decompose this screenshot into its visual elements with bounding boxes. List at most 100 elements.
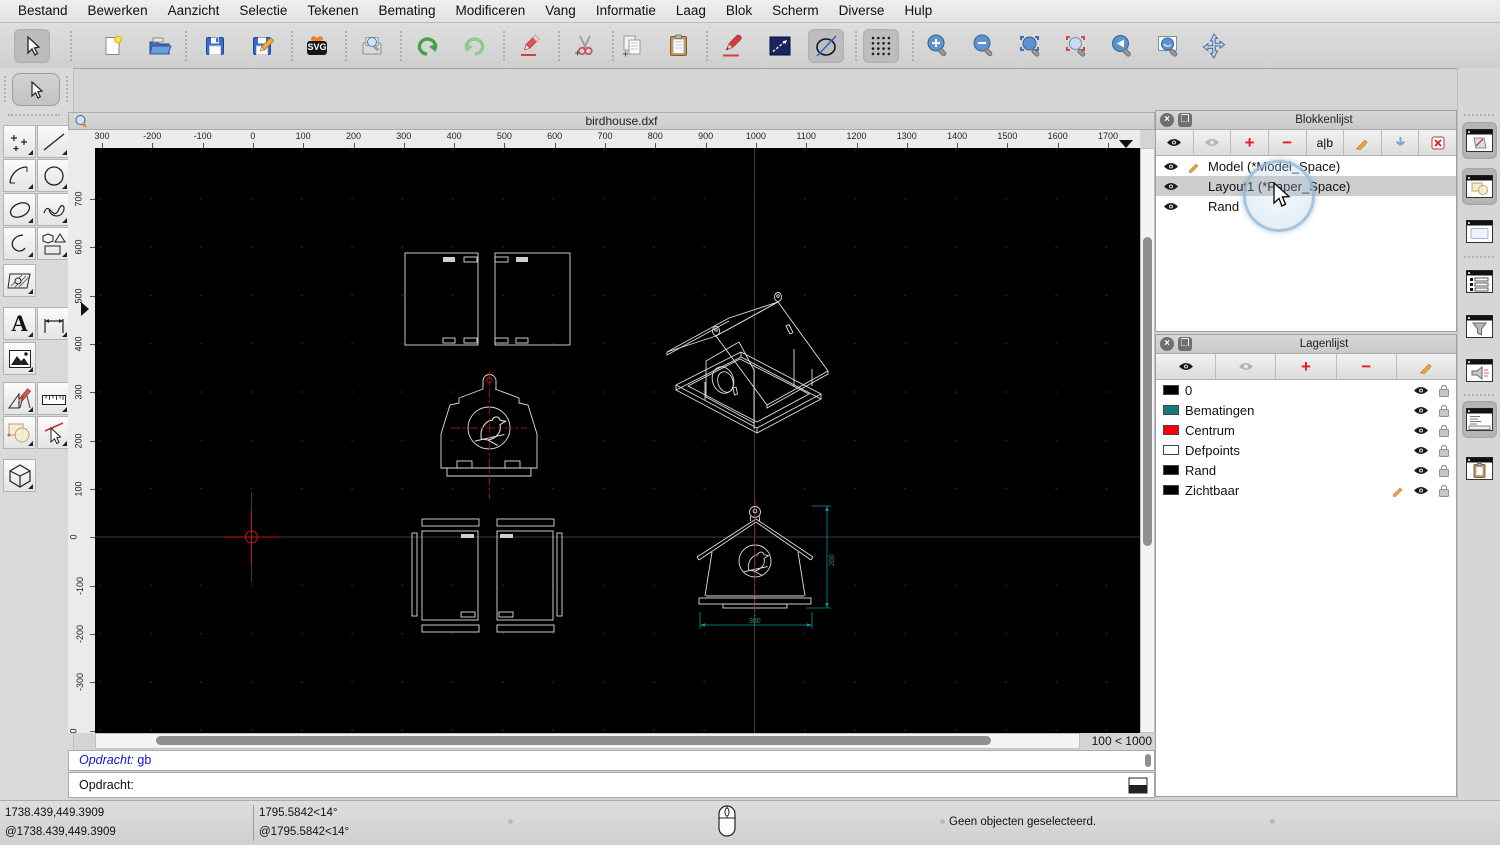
dimension-tool-button[interactable] xyxy=(37,307,70,340)
h-scroll-thumb[interactable] xyxy=(156,736,991,745)
arc-tool-button[interactable] xyxy=(3,159,36,192)
command-panel-button[interactable] xyxy=(1462,401,1497,438)
close-icon[interactable]: × xyxy=(1160,337,1174,351)
draft-tool-button[interactable] xyxy=(3,382,36,415)
history-scroll-thumb[interactable] xyxy=(1145,754,1151,767)
remove-layer-button[interactable]: − xyxy=(1337,354,1397,379)
document-title-bar[interactable]: birdhouse.dxf xyxy=(68,112,1155,130)
zoom-in-button[interactable] xyxy=(920,29,956,63)
menu-blok[interactable]: Blok xyxy=(716,0,762,22)
circle-slash-button[interactable] xyxy=(808,29,844,63)
menu-scherm[interactable]: Scherm xyxy=(762,0,829,22)
add-block-button[interactable]: + xyxy=(1231,130,1269,155)
eraser-button[interactable] xyxy=(512,29,548,63)
open-file-button[interactable] xyxy=(142,29,178,63)
delete-block-button[interactable] xyxy=(1419,130,1456,155)
print-preview-button[interactable] xyxy=(354,29,390,63)
svg-export-button[interactable]: SVG xyxy=(299,29,335,63)
redo-button[interactable] xyxy=(456,29,492,63)
close-icon[interactable]: × xyxy=(1160,113,1174,127)
zoom-window-button[interactable] xyxy=(1150,29,1186,63)
layer-row-rand[interactable]: Rand xyxy=(1156,460,1456,480)
show-all-layers-button[interactable] xyxy=(1156,354,1217,379)
command-window-button[interactable] xyxy=(1128,777,1148,794)
layer-row-bematingen[interactable]: Bematingen xyxy=(1156,400,1456,420)
eye-icon[interactable] xyxy=(1413,385,1429,396)
undo-button[interactable] xyxy=(410,29,446,63)
lock-icon[interactable] xyxy=(1438,464,1450,477)
preview-panel-button[interactable] xyxy=(1462,213,1497,250)
measure-tool-button[interactable] xyxy=(37,382,70,415)
edit-block-button[interactable] xyxy=(1344,130,1382,155)
eye-icon[interactable] xyxy=(1413,465,1429,476)
save-as-button[interactable] xyxy=(244,29,280,63)
command-history[interactable]: Opdracht: gb xyxy=(68,750,1155,771)
eye-icon[interactable] xyxy=(1163,161,1179,172)
eye-icon[interactable] xyxy=(1413,425,1429,436)
announce-panel-button[interactable] xyxy=(1462,352,1497,389)
list-panel-button[interactable] xyxy=(1462,263,1497,300)
paste-button[interactable] xyxy=(661,29,697,63)
show-all-blocks-button[interactable] xyxy=(1156,130,1194,155)
line-cursor-tool-button[interactable] xyxy=(37,416,70,449)
eye-icon[interactable] xyxy=(1413,405,1429,416)
eye-icon[interactable] xyxy=(1163,181,1179,192)
insert-block-button[interactable] xyxy=(1382,130,1420,155)
edit-layer-button[interactable] xyxy=(1397,354,1456,379)
solid-3d-tool-button[interactable] xyxy=(3,459,36,492)
menu-bewerken[interactable]: Bewerken xyxy=(78,0,158,22)
hide-all-blocks-button[interactable] xyxy=(1194,130,1232,155)
region-select-tool-button[interactable] xyxy=(3,416,36,449)
remove-block-button[interactable]: − xyxy=(1269,130,1307,155)
text-tool-button[interactable]: A xyxy=(3,307,36,340)
points-tool-button[interactable] xyxy=(3,125,36,158)
drawing-canvas[interactable]: 200 300 xyxy=(95,148,1140,733)
lock-icon[interactable] xyxy=(1438,384,1450,397)
zoom-out-button[interactable] xyxy=(966,29,1002,63)
menu-bemating[interactable]: Bemating xyxy=(368,0,445,22)
shapes-panel-button[interactable] xyxy=(1462,168,1497,205)
menu-laag[interactable]: Laag xyxy=(666,0,716,22)
lock-icon[interactable] xyxy=(1438,444,1450,457)
canvas-horizontal-scrollbar[interactable] xyxy=(95,733,1080,749)
circle-tool-button[interactable] xyxy=(37,159,70,192)
hide-all-layers-button[interactable] xyxy=(1216,354,1277,379)
menu-informatie[interactable]: Informatie xyxy=(586,0,666,22)
line-tool-button[interactable] xyxy=(37,125,70,158)
copy-button[interactable] xyxy=(615,29,651,63)
menu-diverse[interactable]: Diverse xyxy=(829,0,895,22)
grid-toggle-button[interactable] xyxy=(863,29,899,63)
pen-settings-panel-button[interactable] xyxy=(1462,122,1497,159)
ellipse-tool-button[interactable] xyxy=(3,193,36,226)
zoom-auto-button[interactable] xyxy=(1012,29,1048,63)
clipboard-panel-button[interactable] xyxy=(1462,450,1497,487)
pen-button[interactable] xyxy=(715,29,751,63)
menu-vang[interactable]: Vang xyxy=(535,0,586,22)
filter-panel-button[interactable] xyxy=(1462,308,1497,345)
canvas-vertical-scrollbar[interactable] xyxy=(1140,148,1155,733)
rename-block-button[interactable]: a|b xyxy=(1307,130,1345,155)
pan-button[interactable] xyxy=(1196,29,1232,63)
lock-icon[interactable] xyxy=(1438,424,1450,437)
layer-row-0[interactable]: 0 xyxy=(1156,380,1456,400)
menu-selectie[interactable]: Selectie xyxy=(229,0,297,22)
hatch-tool-button[interactable] xyxy=(3,264,36,297)
menu-bestand[interactable]: Bestand xyxy=(8,0,78,22)
menu-aanzicht[interactable]: Aanzicht xyxy=(158,0,230,22)
eye-icon[interactable] xyxy=(1413,445,1429,456)
pointer-button[interactable] xyxy=(14,29,50,63)
menu-tekenen[interactable]: Tekenen xyxy=(297,0,368,22)
line-settings-button[interactable] xyxy=(762,29,798,63)
command-input[interactable] xyxy=(137,777,1128,793)
new-file-button[interactable] xyxy=(95,29,131,63)
detach-icon[interactable]: ❐ xyxy=(1178,337,1192,351)
menu-modificeren[interactable]: Modificeren xyxy=(446,0,536,22)
add-layer-button[interactable]: + xyxy=(1276,354,1337,379)
zoom-previous-button[interactable] xyxy=(1104,29,1140,63)
layer-row-defpoints[interactable]: Defpoints xyxy=(1156,440,1456,460)
save-button[interactable] xyxy=(197,29,233,63)
eye-icon[interactable] xyxy=(1163,201,1179,212)
layer-row-centrum[interactable]: Centrum xyxy=(1156,420,1456,440)
detach-icon[interactable]: ❐ xyxy=(1178,113,1192,127)
layer-row-zichtbaar[interactable]: Zichtbaar xyxy=(1156,480,1456,500)
